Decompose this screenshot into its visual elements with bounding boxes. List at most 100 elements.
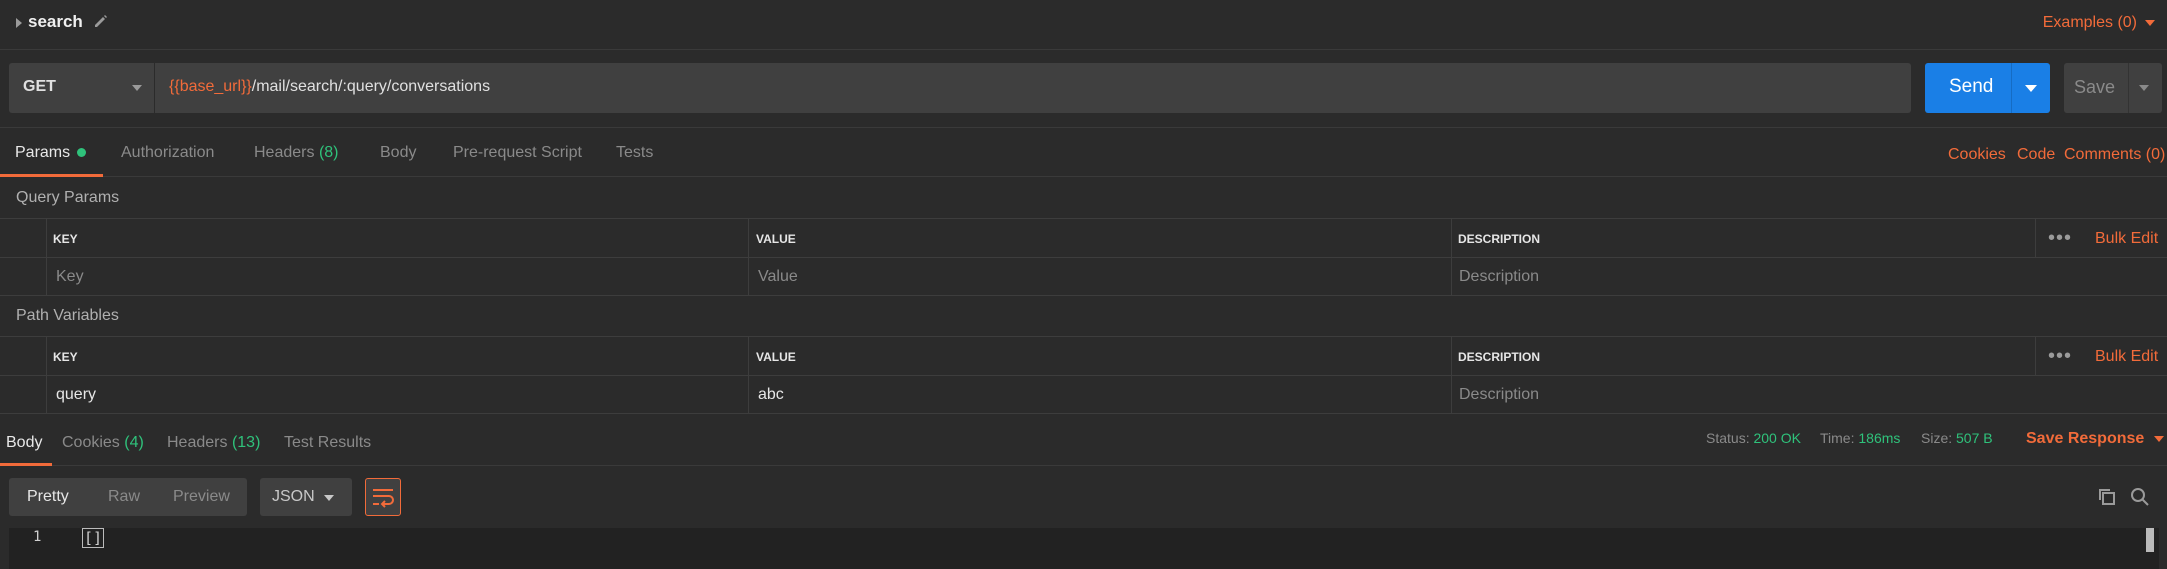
url-variable: {{base_url}} [169, 78, 252, 95]
description-column-header: DESCRIPTION [1458, 232, 1541, 246]
tab-prerequest-script[interactable]: Pre-request Script [453, 144, 582, 162]
url-path: /mail/search/:query/conversations [251, 78, 491, 95]
send-button[interactable]: Send [1925, 63, 2050, 113]
tab-params-label: Params [15, 144, 71, 161]
tab-response-cookies[interactable]: Cookies (4) [62, 434, 144, 452]
key-column-header: KEY [53, 350, 78, 364]
time-value: 186ms [1858, 430, 1901, 446]
code-link[interactable]: Code [2017, 146, 2055, 164]
column-divider [748, 336, 749, 414]
table-row: Key Value Description [0, 257, 2167, 296]
status-label: Status: [1706, 430, 1750, 446]
save-label: Save [2074, 77, 2116, 97]
column-divider [46, 218, 47, 296]
value-column-header: VALUE [756, 232, 796, 246]
bulk-edit-link[interactable]: Bulk Edit [2095, 348, 2158, 366]
preview-button[interactable]: Preview [173, 488, 230, 506]
description-column-header: DESCRIPTION [1458, 350, 1541, 364]
column-divider [1451, 336, 1452, 414]
key-input[interactable]: Key [56, 268, 84, 286]
path-variables-title: Path Variables [16, 307, 119, 324]
url-input[interactable]: {{base_url}}/mail/search/:query/conversa… [155, 63, 1911, 113]
send-options-chevron-icon[interactable] [2025, 85, 2037, 92]
wrap-lines-button[interactable] [365, 478, 401, 516]
dots-icon[interactable]: ••• [2048, 227, 2072, 250]
divider [2011, 63, 2012, 113]
key-input[interactable]: query [56, 386, 96, 404]
status-value: 200 OK [1753, 430, 1801, 446]
params-indicator-dot [77, 148, 87, 158]
chevron-down-icon [2154, 435, 2165, 442]
description-input[interactable]: Description [1459, 268, 1539, 286]
tab-tests[interactable]: Tests [616, 144, 653, 162]
column-divider [748, 218, 749, 296]
time-label: Time: [1820, 430, 1855, 446]
table-header-row: KEY VALUE DESCRIPTION ••• Bulk Edit [0, 218, 2167, 257]
save-options-chevron-icon[interactable] [2139, 85, 2149, 91]
pencil-icon[interactable] [92, 12, 110, 30]
tab-headers[interactable]: Headers (8) [254, 144, 339, 162]
examples-dropdown[interactable]: Examples (0) [2043, 14, 2155, 32]
value-input[interactable]: Value [758, 268, 798, 286]
column-divider [2035, 218, 2036, 257]
request-tabs: Params Authorization Headers (8) Body Pr… [0, 128, 2167, 177]
path-variables-table: KEY VALUE DESCRIPTION ••• Bulk Edit quer… [0, 336, 2167, 414]
chevron-down-icon [132, 85, 142, 91]
save-response-dropdown[interactable]: Save Response [2026, 430, 2165, 448]
active-tab-indicator [0, 174, 103, 177]
size-label: Size: [1921, 430, 1953, 446]
chevron-down-icon [324, 495, 334, 501]
tab-test-results[interactable]: Test Results [284, 434, 371, 452]
time-readout: Time: 186ms [1820, 430, 1900, 446]
request-name[interactable]: search [28, 12, 83, 32]
save-response-label: Save Response [2026, 430, 2145, 447]
tab-response-headers[interactable]: Headers (13) [167, 434, 260, 452]
format-select[interactable]: JSON [260, 478, 352, 516]
tab-headers-label: Headers [254, 144, 315, 161]
headers-count: (13) [231, 434, 261, 451]
cookies-label: Cookies [62, 434, 120, 451]
response-body-text[interactable]: [] [82, 528, 105, 548]
caret-right-icon[interactable] [16, 18, 22, 28]
status-readout: Status: 200 OK [1706, 430, 1801, 446]
query-params-table: KEY VALUE DESCRIPTION ••• Bulk Edit Key … [0, 218, 2167, 296]
tab-response-body[interactable]: Body [6, 434, 42, 452]
raw-button[interactable]: Raw [108, 488, 140, 506]
description-input[interactable]: Description [1459, 386, 1539, 404]
url-bar: GET {{base_url}}/mail/search/:query/conv… [0, 50, 2167, 128]
key-column-header: KEY [53, 232, 78, 246]
value-input[interactable]: abc [758, 386, 784, 404]
size-value: 507 B [1956, 430, 1993, 446]
column-divider [46, 336, 47, 414]
request-title-bar: search Examples (0) [0, 0, 2167, 50]
search-icon[interactable] [2130, 487, 2150, 507]
value-column-header: VALUE [756, 350, 796, 364]
tab-body[interactable]: Body [380, 144, 416, 162]
response-body-editor[interactable] [9, 528, 2159, 569]
send-label: Send [1949, 76, 1994, 97]
query-params-title: Query Params [16, 189, 120, 206]
pretty-button[interactable]: Pretty [27, 488, 69, 506]
chevron-down-icon [2145, 19, 2155, 26]
line-number: 1 [33, 529, 42, 545]
cookies-link[interactable]: Cookies [1948, 146, 2006, 164]
editor-scrollbar[interactable] [2146, 528, 2154, 552]
copy-icon[interactable] [2097, 487, 2117, 507]
format-label: JSON [272, 488, 315, 505]
save-button[interactable]: Save [2064, 63, 2162, 113]
column-divider [1451, 218, 1452, 296]
view-mode-toggle: Pretty Raw Preview [9, 478, 247, 516]
examples-label: Examples (0) [2042, 14, 2137, 31]
tab-params[interactable]: Params [15, 144, 87, 162]
divider [2128, 63, 2129, 113]
wrap-lines-icon [373, 489, 394, 508]
size-readout: Size: 507 B [1921, 430, 1993, 446]
dots-icon[interactable]: ••• [2048, 345, 2072, 368]
column-divider [2035, 336, 2036, 375]
tab-authorization[interactable]: Authorization [121, 144, 214, 162]
method-select[interactable]: GET [9, 63, 154, 113]
bulk-edit-link[interactable]: Bulk Edit [2095, 230, 2158, 248]
comments-link[interactable]: Comments (0) [2064, 146, 2165, 164]
cookies-count: (4) [124, 434, 144, 451]
response-tabs: Body Cookies (4) Headers (13) Test Resul… [0, 418, 2167, 466]
